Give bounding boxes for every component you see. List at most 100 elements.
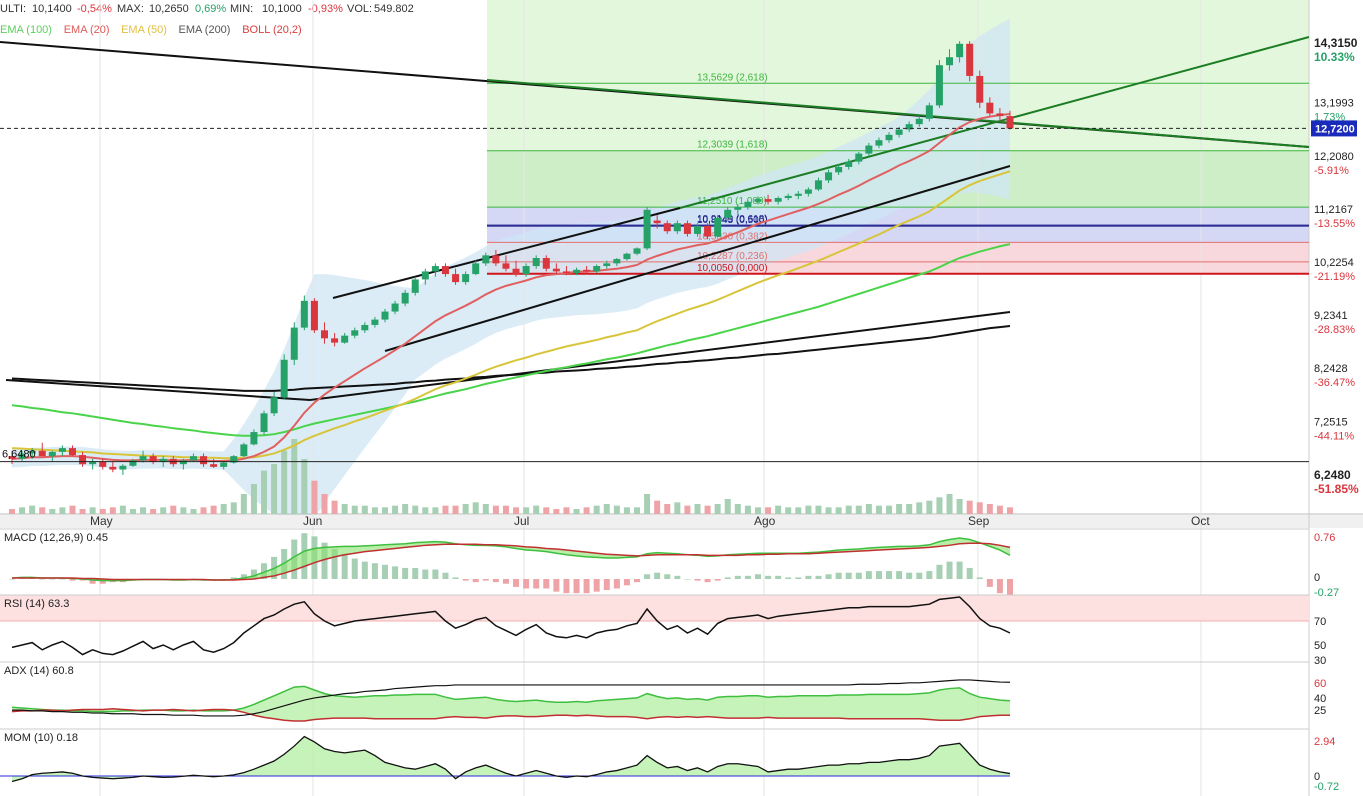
macd-histogram-bar: [825, 574, 832, 579]
macd-histogram-bar: [472, 579, 479, 583]
candle-body: [633, 248, 641, 254]
volume-bar: [39, 507, 46, 514]
macd-histogram-bar: [916, 572, 923, 579]
legend-entry: EMA (100): [0, 24, 52, 36]
macd-histogram-bar: [523, 579, 530, 589]
macd-histogram-bar: [996, 579, 1003, 594]
volume-bar: [553, 509, 560, 514]
macd-histogram-bar: [724, 577, 731, 579]
y-tick-pct: -21.19%: [1314, 271, 1355, 283]
x-tick-label: Sep: [968, 514, 990, 528]
candle-body: [411, 279, 419, 293]
marker-price-label: 6,6480: [2, 449, 36, 461]
x-tick-label: May: [90, 514, 113, 528]
macd-histogram-bar: [714, 579, 721, 581]
candle-body: [552, 268, 560, 272]
macd-histogram-bar: [855, 572, 862, 579]
volume-bar: [533, 505, 540, 514]
macd-histogram-bar: [442, 572, 449, 579]
last-value: 10,1400: [32, 3, 72, 15]
macd-tick: -0.27: [1314, 587, 1339, 599]
mom-tick: 2.94: [1314, 736, 1335, 748]
macd-histogram-bar: [613, 579, 620, 589]
y-tick-pct: -44.11%: [1314, 430, 1354, 442]
macd-histogram-bar: [492, 579, 499, 583]
candle-body: [804, 189, 812, 194]
rsi-tick: 70: [1314, 616, 1326, 628]
volume-bar: [271, 464, 278, 514]
volume-bar: [291, 439, 298, 514]
macd-histogram-bar: [644, 574, 651, 579]
volume-bar: [129, 509, 136, 514]
candle-body: [643, 209, 651, 249]
price-header: ULTI: 10,1400 -0,54% MAX: 10,2650 0,69% …: [0, 3, 414, 15]
volume-bar: [543, 507, 550, 514]
candle-body: [441, 266, 449, 275]
y-tick-label: 12,2080: [1314, 151, 1354, 163]
candle-body: [875, 140, 883, 146]
volume-bar: [240, 494, 247, 514]
candle-body: [381, 311, 389, 320]
candle-body: [502, 263, 510, 269]
macd-histogram-bar: [805, 575, 812, 579]
candle-body: [754, 199, 762, 202]
candle-body: [149, 456, 157, 462]
macd-histogram-bar: [341, 553, 348, 579]
volume-bar: [442, 505, 449, 514]
macd-histogram-bar: [966, 567, 973, 579]
candle-body: [1006, 116, 1014, 129]
volume-bar: [613, 505, 620, 514]
candle-body: [452, 274, 460, 283]
volume-bar: [825, 507, 832, 514]
volume-bar: [956, 499, 963, 514]
volume-bar: [845, 505, 852, 514]
y-tick-label: 9,2341: [1314, 310, 1348, 322]
candle-body: [371, 319, 379, 325]
volume-bar: [412, 505, 419, 514]
volume-bar: [59, 507, 66, 514]
macd-histogram-bar: [775, 575, 782, 579]
macd-histogram-bar: [865, 571, 872, 579]
candle-body: [835, 166, 843, 173]
volume-bar: [492, 505, 499, 514]
min-value: 10,1000: [262, 3, 302, 15]
candle-body: [956, 43, 964, 58]
fib-label: 13,5629 (2,618): [697, 72, 768, 83]
volume-bar: [361, 505, 368, 514]
rsi-label: RSI (14) 63.3: [4, 598, 69, 610]
candle-body: [270, 397, 278, 414]
legend-entry: EMA (20): [64, 24, 110, 36]
macd-histogram-bar: [765, 575, 772, 579]
volume-bar: [674, 502, 681, 514]
volume-bar: [986, 504, 993, 514]
macd-histogram-bar: [402, 567, 409, 579]
volume-bar: [341, 504, 348, 514]
candle-body: [462, 274, 470, 283]
y-tick-label: 7,2515: [1314, 416, 1348, 428]
candle-body: [512, 268, 520, 275]
volume-bar: [422, 507, 429, 514]
volume-bar: [140, 507, 147, 514]
candle-body: [895, 129, 903, 135]
volume-bar: [865, 504, 872, 514]
volume-bar: [150, 509, 157, 514]
macd-histogram-bar: [553, 579, 560, 592]
macd-histogram-bar: [976, 577, 983, 579]
candle-body: [814, 180, 822, 190]
volume-bar: [714, 504, 721, 514]
macd-histogram-bar: [694, 579, 701, 581]
last-change: -0,54%: [77, 3, 112, 15]
candle-body: [693, 225, 701, 234]
candle-body: [714, 217, 722, 237]
volume-bar: [704, 505, 711, 514]
volume-bar: [886, 505, 893, 514]
macd-histogram-bar: [513, 579, 520, 587]
adx-label: ADX (14) 60.8: [4, 665, 74, 677]
y-tick-label: 11,2167: [1314, 204, 1353, 216]
candle-body: [774, 198, 782, 202]
volume-bar: [966, 500, 973, 514]
vol-value: 549.802: [374, 3, 414, 15]
x-tick-label: Jun: [303, 514, 322, 528]
candle-body: [935, 65, 943, 106]
volume-bar: [331, 500, 338, 514]
